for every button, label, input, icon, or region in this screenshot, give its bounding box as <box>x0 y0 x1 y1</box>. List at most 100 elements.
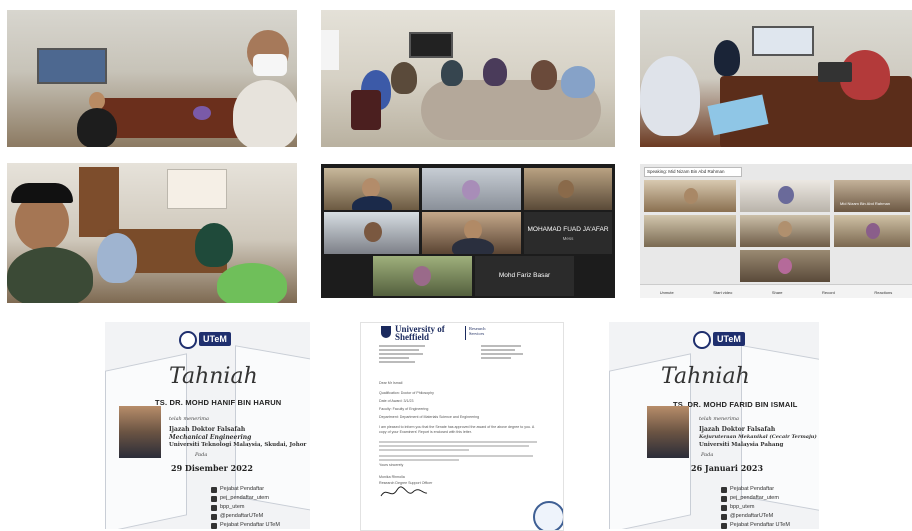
degree-line-2: Kejuruteraan Mekanikal (Cecair Termaju) <box>699 434 817 440</box>
photo-office-discussion <box>640 10 912 147</box>
tahniah-heading: Tahniah <box>661 364 750 389</box>
participant-name: Mohd Fariz Basar <box>498 272 551 279</box>
divider <box>465 326 466 340</box>
social-instagram[interactable]: pej_pendaftar_utem <box>220 494 269 503</box>
utem-logo-icon <box>693 331 711 349</box>
twitter-icon <box>211 513 217 520</box>
facebook-icon <box>211 486 217 493</box>
university-name: Universiti Malaysia Pahang <box>699 442 784 448</box>
participant-face <box>362 178 380 198</box>
video-tile-1 <box>644 180 736 212</box>
award-date: 29 Disember 2022 <box>171 463 253 473</box>
photo-meeting-room-selfie <box>7 10 297 147</box>
video-tile-2 <box>422 168 521 210</box>
participant-face <box>364 222 382 242</box>
person-5 <box>531 60 557 90</box>
reactions-button[interactable]: Reactions <box>874 290 892 295</box>
video-tile-4 <box>644 215 736 247</box>
video-tile-1 <box>324 168 419 210</box>
participant-face <box>462 180 480 200</box>
research-services-tag: Research Services <box>469 326 486 336</box>
letter-paragraphs <box>379 441 539 463</box>
participant-body <box>352 196 392 210</box>
faculty-line: Faculty: Faculty of Engineering <box>379 407 429 411</box>
awarded-text: telah menerima <box>169 416 209 422</box>
person-standing <box>195 223 233 267</box>
monitor <box>752 26 814 56</box>
social-youtube[interactable]: Pejabat Pendaftar UTeM <box>730 521 790 529</box>
awarded-text: telah menerima <box>699 416 739 422</box>
university-seal <box>533 501 563 530</box>
tahniah-heading: Tahniah <box>169 364 258 389</box>
degree-line-1: Ijazah Doktor Falsafah <box>169 426 246 433</box>
pada-text: Pada <box>195 452 208 458</box>
video-tile-8-name-only: Mohd Fariz Basar <box>475 256 574 296</box>
participant-face <box>684 188 698 204</box>
utem-logo: UTeM <box>713 332 745 346</box>
social-instagram-2[interactable]: bpp_utem <box>220 503 244 512</box>
cap <box>11 183 73 203</box>
social-facebook[interactable]: Pejabat Pendaftar <box>730 485 774 494</box>
participant-face <box>778 186 794 204</box>
participant-face <box>866 223 880 239</box>
video-tile-7 <box>740 250 830 282</box>
video-call-grid-1: MOHAMAD FUAD JA'AFAR Mess Mohd Fariz Bas… <box>321 164 615 298</box>
bookshelf <box>79 167 119 237</box>
instagram-icon <box>211 504 217 511</box>
social-twitter[interactable]: @pendaftarUTeM <box>730 512 773 521</box>
person-green-shirt <box>217 263 287 303</box>
department-line: Department: Department of Materials Scie… <box>379 415 480 419</box>
salutation: Dear Mr Ismail <box>379 381 403 385</box>
qualification-line: Qualification: Doctor of Philosophy <box>379 391 434 395</box>
utem-congratulations-card-2: UTeM Tahniah TS. DR. MOHD FARID BIN ISMA… <box>609 322 819 529</box>
selfie-person <box>233 80 297 147</box>
record-button[interactable]: Record <box>822 290 835 295</box>
social-instagram-2[interactable]: bpp_utem <box>730 503 754 512</box>
person-striped-shirt <box>640 56 700 136</box>
university-name: Universiti Teknologi Malaysia, Skudai, J… <box>169 442 307 448</box>
closing: Yours sincerely <box>379 463 404 467</box>
whiteboard <box>321 30 339 70</box>
youtube-icon <box>211 522 217 529</box>
flower-vase <box>193 106 211 120</box>
date-of-award-line: Date of Award: 3/1/23 <box>379 399 414 403</box>
person-seated <box>97 233 137 283</box>
social-facebook[interactable]: Pejabat Pendaftar <box>220 485 264 494</box>
unmute-button[interactable]: Unmute <box>660 290 674 295</box>
instagram-icon <box>721 495 727 502</box>
facebook-icon <box>721 486 727 493</box>
signatory-name: Monika Rhmolla <box>379 475 405 479</box>
video-tile-5 <box>740 215 830 247</box>
degree-line-2: Mechanical Engineering <box>169 434 252 441</box>
photo-lab-office-selfie <box>7 163 297 303</box>
person-seated <box>77 108 117 147</box>
recipient-portrait <box>119 406 161 458</box>
video-call-grid-2: Speaking: Mid Nizam Bin Abd Rahman Mid N… <box>640 164 912 298</box>
address-block <box>379 345 429 369</box>
social-twitter[interactable]: @pendaftarUTeM <box>220 512 263 521</box>
social-instagram[interactable]: pej_pendaftar_utem <box>730 494 779 503</box>
instagram-icon <box>721 504 727 511</box>
signature <box>380 486 428 497</box>
video-tile-3: Mid Nizam Bin Abd Rahman <box>834 180 910 212</box>
participant-caption: Mess <box>562 236 574 241</box>
twitter-icon <box>721 513 727 520</box>
chair <box>351 90 381 130</box>
tile-name: Mid Nizam Bin Abd Rahman <box>840 201 891 206</box>
instagram-icon <box>211 495 217 502</box>
tv-screen <box>409 32 453 58</box>
window-blinds <box>167 169 227 209</box>
face-mask <box>253 54 287 76</box>
participant-face <box>558 180 574 198</box>
participant-face <box>464 220 482 240</box>
video-tile-5 <box>422 212 521 254</box>
award-date: 26 Januari 2023 <box>691 463 764 473</box>
start-video-button[interactable]: Start video <box>713 290 732 295</box>
participant-body <box>452 238 494 254</box>
video-tile-6-name-only: MOHAMAD FUAD JA'AFAR Mess <box>524 212 612 254</box>
social-youtube[interactable]: Pejabat Pendaftar UTeM <box>220 521 280 529</box>
call-toolbar: Unmute Start video Share Record Reaction… <box>640 284 912 298</box>
person-4 <box>483 58 507 86</box>
share-button[interactable]: Share <box>772 290 783 295</box>
video-tile-7 <box>373 256 472 296</box>
